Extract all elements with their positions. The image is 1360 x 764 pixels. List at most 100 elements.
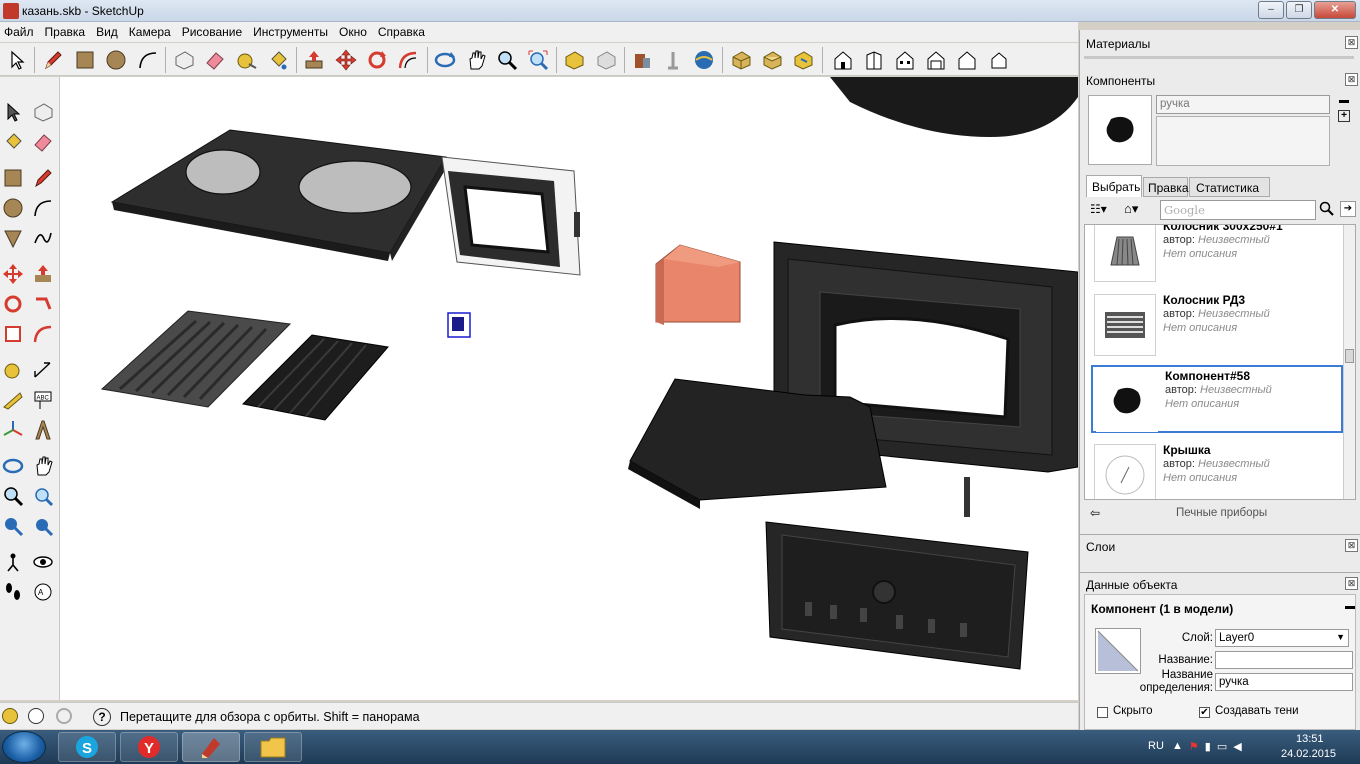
details-arrow-icon[interactable]: ➔ (1340, 201, 1356, 217)
sketchup-task[interactable] (182, 732, 240, 762)
layers-header[interactable]: Слои ⊠ (1080, 534, 1360, 556)
menu-file[interactable]: Файл (0, 25, 41, 39)
front-view-icon[interactable] (790, 47, 816, 73)
list-item[interactable]: Крышка автор: Неизвестный Нет описания (1091, 441, 1345, 499)
pan-icon[interactable] (463, 47, 489, 73)
network-icon[interactable]: ▮ (1205, 740, 1211, 754)
tab-statistics[interactable]: Статистика (1189, 177, 1270, 197)
paint-bucket-icon[interactable] (0, 129, 26, 155)
credits-icon[interactable] (28, 708, 44, 724)
components-header[interactable]: Компоненты ⊠ (1080, 69, 1360, 91)
zoom-icon[interactable] (494, 47, 520, 73)
menu-window[interactable]: Окно (335, 25, 374, 39)
tab-select[interactable]: Выбрать (1086, 175, 1142, 197)
details-icon[interactable]: + (1338, 110, 1350, 122)
arc-icon[interactable] (135, 47, 161, 73)
scrollbar-thumb[interactable] (1345, 349, 1354, 363)
protractor-icon[interactable] (0, 387, 26, 413)
orbit-icon[interactable] (432, 47, 458, 73)
layer-select[interactable]: Layer0 ▼ (1215, 629, 1349, 647)
minimize-button[interactable]: – (1258, 1, 1284, 19)
back-arrow-icon[interactable]: ⇦ (1090, 506, 1100, 520)
material-swatch[interactable] (1095, 628, 1141, 674)
menu-help[interactable]: Справка (374, 25, 432, 39)
dimension-icon[interactable] (30, 357, 56, 383)
freehand-icon[interactable] (30, 225, 56, 251)
tab-edit[interactable]: Правка (1143, 177, 1189, 197)
rotate-icon[interactable] (364, 47, 390, 73)
zoom-extents-icon[interactable] (525, 47, 551, 73)
close-button[interactable]: ✕ (1314, 1, 1356, 19)
explorer-task[interactable] (244, 732, 302, 762)
paint-bucket-icon[interactable] (265, 47, 291, 73)
make-component-icon[interactable] (30, 99, 56, 125)
clock-date[interactable]: 24.02.2015 (1281, 748, 1336, 760)
menu-draw[interactable]: Рисование (178, 25, 249, 39)
tape-measure-icon[interactable] (0, 357, 26, 383)
materials-header[interactable]: Материалы ⊠ (1080, 32, 1360, 54)
skype-task[interactable]: S (58, 732, 116, 762)
search-icon[interactable] (1319, 201, 1335, 217)
clock-time[interactable]: 13:51 (1296, 733, 1324, 745)
menu-camera[interactable]: Камера (125, 25, 178, 39)
orbit-icon[interactable] (0, 453, 26, 479)
position-camera-icon[interactable] (0, 549, 26, 575)
axes-icon[interactable] (0, 417, 26, 443)
push-pull-icon[interactable] (301, 47, 327, 73)
look-around-icon[interactable] (30, 549, 56, 575)
geolocation-icon[interactable] (2, 708, 18, 724)
make-component-icon[interactable] (171, 47, 197, 73)
pan-icon[interactable] (30, 453, 56, 479)
collapse-icon[interactable]: ▬ (1345, 601, 1355, 612)
share-model-icon[interactable] (660, 47, 686, 73)
top-view-icon[interactable] (759, 47, 785, 73)
maximize-button[interactable]: ❐ (1286, 1, 1312, 19)
entity-info-header[interactable]: Данные объекта ⊠ (1080, 572, 1360, 594)
eraser-icon[interactable] (30, 129, 56, 155)
house-outline-icon[interactable] (954, 47, 980, 73)
name-input[interactable] (1215, 651, 1353, 669)
component-list-scrollbar[interactable] (1343, 225, 1355, 499)
eraser-icon[interactable] (202, 47, 228, 73)
list-item[interactable]: Колосник 300х250#1 автор: Неизвестный Не… (1091, 225, 1345, 283)
view-options-icon[interactable]: ☷▾ (1090, 202, 1120, 218)
components-close-icon[interactable]: ⊠ (1345, 73, 1358, 86)
scale-icon[interactable] (0, 321, 26, 347)
component-search-input[interactable]: Google (1160, 200, 1316, 220)
iso-view-icon[interactable] (728, 47, 754, 73)
walk-icon[interactable] (0, 579, 26, 605)
definition-input[interactable]: ручка (1215, 673, 1353, 691)
get-models-icon[interactable] (629, 47, 655, 73)
list-item[interactable]: Компонент#58 автор: Неизвестный Нет опис… (1091, 365, 1343, 433)
menu-view[interactable]: Вид (92, 25, 125, 39)
tape-measure-icon[interactable] (233, 47, 259, 73)
home-icon[interactable]: ⌂▾ (1124, 201, 1150, 217)
model-viewport[interactable] (60, 77, 1078, 700)
rectangle-icon[interactable] (0, 165, 26, 191)
zoom-extents-icon[interactable] (30, 513, 56, 539)
move-icon[interactable] (333, 47, 359, 73)
zoom-window-icon[interactable] (30, 483, 56, 509)
house-front-icon[interactable] (830, 47, 856, 73)
signin-icon[interactable] (56, 708, 72, 724)
pencil-icon[interactable] (40, 47, 66, 73)
component-name-field[interactable]: ручка (1156, 95, 1330, 114)
house-plain-icon[interactable] (986, 47, 1012, 73)
yandex-browser-task[interactable]: Y (120, 732, 178, 762)
entity-info-close-icon[interactable]: ⊠ (1345, 577, 1358, 590)
volume-icon[interactable]: ◀ (1233, 740, 1241, 754)
rotate-icon[interactable] (0, 291, 26, 317)
flag-icon[interactable]: ⚑ (1189, 740, 1199, 754)
menu-edit[interactable]: Правка (41, 25, 93, 39)
next-view-icon[interactable] (593, 47, 619, 73)
house-side-icon[interactable] (861, 47, 887, 73)
circle-icon[interactable] (103, 47, 129, 73)
section-plane-icon[interactable]: A (30, 579, 56, 605)
offset-icon[interactable] (30, 321, 56, 347)
menu-tools[interactable]: Инструменты (249, 25, 335, 39)
hidden-checkbox[interactable] (1097, 707, 1108, 718)
move-icon[interactable] (0, 261, 26, 287)
3d-text-icon[interactable] (30, 417, 56, 443)
list-item[interactable]: Колосник РД3 автор: Неизвестный Нет опис… (1091, 291, 1345, 357)
zoom-icon[interactable] (0, 483, 26, 509)
